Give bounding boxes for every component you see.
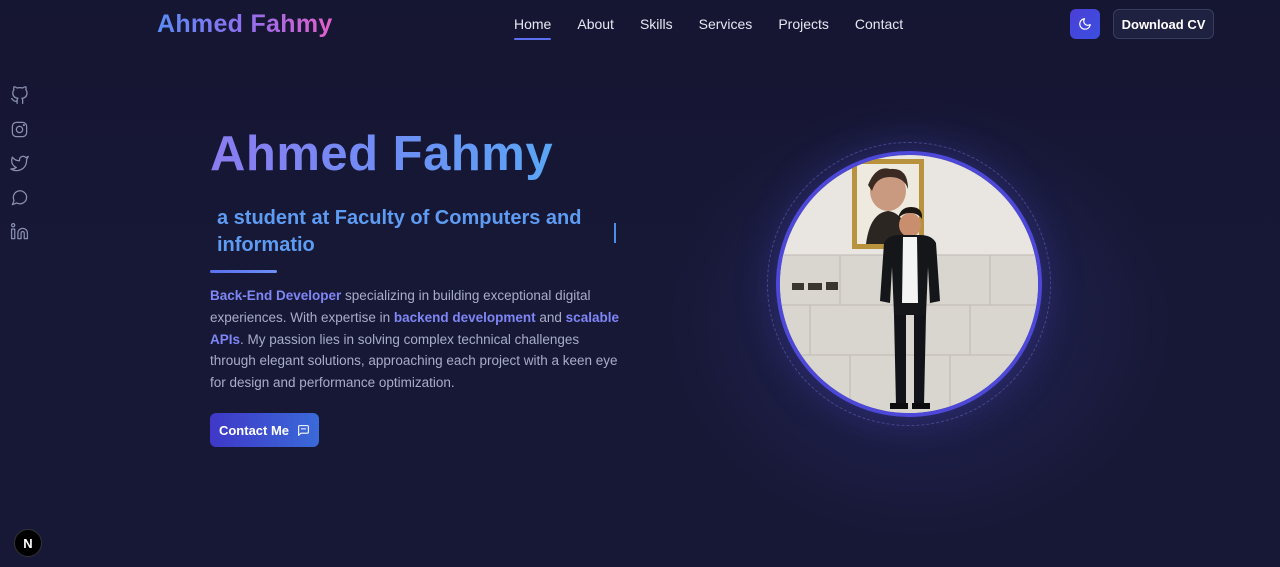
nextjs-dev-badge[interactable]: N: [14, 529, 42, 557]
nav-projects[interactable]: Projects: [778, 16, 829, 32]
twitter-icon: [10, 155, 29, 172]
site-logo[interactable]: Ahmed Fahmy: [157, 10, 333, 39]
nav-skills[interactable]: Skills: [640, 16, 673, 32]
navbar: Ahmed Fahmy Home About Skills Services P…: [0, 0, 1280, 50]
theme-toggle-button[interactable]: [1070, 9, 1100, 39]
message-icon: [298, 424, 309, 436]
instagram-link[interactable]: [10, 120, 30, 140]
moon-icon: [1079, 18, 1091, 30]
profile-photo: [776, 151, 1042, 417]
social-links: [10, 86, 30, 256]
contact-me-label: Contact Me: [218, 422, 290, 438]
hero-bio: Back-End Developer specializing in build…: [210, 285, 620, 394]
github-icon: [10, 86, 28, 105]
linkedin-icon: [10, 222, 29, 240]
profile-photo-frame: [767, 142, 1051, 426]
linkedin-link[interactable]: [10, 222, 30, 242]
bio-text-2: and: [535, 309, 566, 325]
hero-divider: [210, 270, 277, 273]
instagram-icon: [11, 121, 28, 138]
download-cv-button[interactable]: Download CV: [1113, 9, 1214, 39]
bio-text-3: . My passion lies in solving complex tec…: [210, 331, 618, 391]
bio-role: Back-End Developer: [210, 288, 342, 303]
nav-about[interactable]: About: [577, 16, 614, 32]
nav-home[interactable]: Home: [514, 16, 552, 40]
hero-name: Ahmed Fahmy: [210, 127, 554, 181]
bio-highlight-backend: backend development: [393, 309, 536, 325]
nav-contact[interactable]: Contact: [855, 16, 903, 32]
typed-tagline: a student at Faculty of Computers and in…: [217, 207, 582, 256]
nav-services[interactable]: Services: [699, 16, 753, 32]
chat-link[interactable]: [10, 188, 30, 208]
github-link[interactable]: [10, 86, 30, 106]
chat-icon: [11, 190, 28, 206]
nav-links: Home About Skills Services Projects Cont…: [514, 16, 929, 40]
nextjs-badge-letter: N: [23, 535, 33, 551]
typing-caret: [614, 223, 616, 243]
contact-me-button[interactable]: Contact Me: [210, 413, 319, 447]
twitter-link[interactable]: [10, 154, 30, 174]
